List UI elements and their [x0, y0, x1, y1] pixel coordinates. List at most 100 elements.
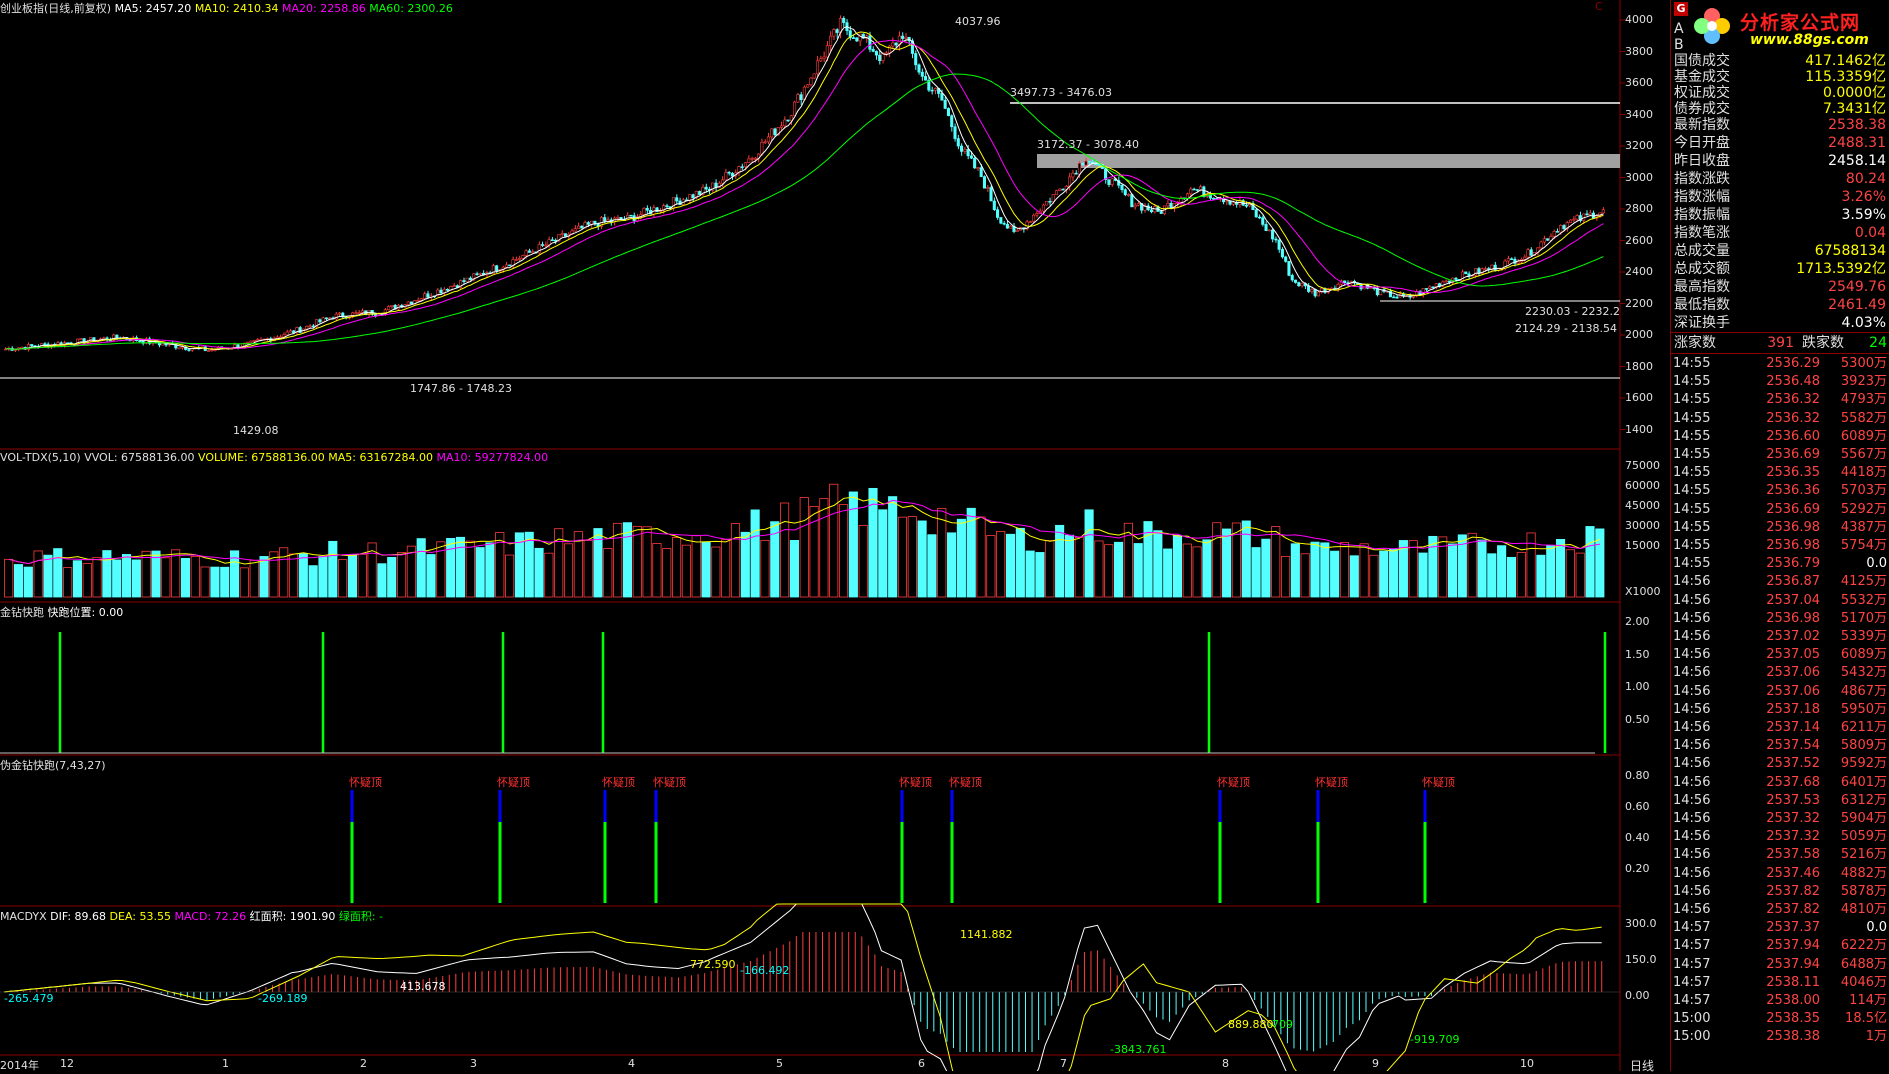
candle-body: [704, 186, 708, 190]
volume-bar: [465, 540, 475, 598]
ma10-label: MA10: 2410.34: [194, 2, 279, 15]
tick-row[interactable]: 14:57 2537.94 6222万: [1670, 937, 1889, 955]
period-label[interactable]: 日线: [1630, 1057, 1654, 1074]
tick-row[interactable]: 14:55 2536.32 5582万: [1670, 410, 1889, 428]
tick-row[interactable]: 14:56 2537.52 9592万: [1670, 755, 1889, 773]
tick-row[interactable]: 14:56 2536.98 5170万: [1670, 610, 1889, 628]
candle-body: [305, 325, 309, 330]
tick-volume: 6488万: [1840, 956, 1887, 972]
tick-row[interactable]: 14:56 2537.06 4867万: [1670, 683, 1889, 701]
candle-body: [504, 264, 509, 268]
tick-row[interactable]: 14:56 2537.06 5432万: [1670, 664, 1889, 682]
tick-row[interactable]: 14:55 2536.69 5567万: [1670, 446, 1889, 464]
vol-axis-label: 75000: [1625, 459, 1660, 472]
volume-bar: [210, 566, 220, 598]
tick-row[interactable]: 14:56 2537.05 6089万: [1670, 646, 1889, 664]
candle-body: [1290, 275, 1294, 281]
tick-row[interactable]: 14:55 2536.79 0.0: [1670, 555, 1889, 573]
tick-row[interactable]: 14:56 2537.68 6401万: [1670, 774, 1889, 792]
candle-body: [1009, 225, 1013, 229]
tick-row[interactable]: 14:55 2536.48 3923万: [1670, 373, 1889, 391]
candle-body: [285, 331, 289, 336]
tick-time: 14:56: [1673, 792, 1711, 808]
chart-area[interactable]: 怀疑顶 怀疑顶 怀疑顶 怀疑顶 怀疑顶 怀疑顶 怀疑顶 怀疑顶 怀疑顶 创业板指(日线,前复权)…: [0, 0, 1670, 1074]
candle-body: [1329, 287, 1334, 290]
candle-body: [1071, 172, 1075, 178]
macd-annotation-7: 889.880: [1228, 1018, 1274, 1031]
candle-body: [1307, 285, 1311, 292]
candle-body: [645, 207, 649, 211]
volume-bar: [1497, 545, 1507, 598]
tick-row[interactable]: 14:56 2537.14 6211万: [1670, 719, 1889, 737]
tick-row[interactable]: 14:55 2536.98 5754万: [1670, 537, 1889, 555]
g-badge[interactable]: G: [1674, 2, 1688, 16]
candle-body: [1510, 258, 1514, 261]
candle-body: [1526, 249, 1530, 258]
candle-body: [851, 37, 856, 39]
tick-row[interactable]: 14:57 2538.00 114万: [1670, 992, 1889, 1010]
tick-row[interactable]: 14:56 2537.32 5904万: [1670, 810, 1889, 828]
tick-row[interactable]: 14:57 2538.11 4046万: [1670, 974, 1889, 992]
tick-time: 14:57: [1673, 956, 1711, 972]
candle-body: [1483, 268, 1487, 270]
tick-row[interactable]: 14:55 2536.29 5300万: [1670, 355, 1889, 373]
tick-row[interactable]: 14:56 2536.87 4125万: [1670, 573, 1889, 591]
candle-body: [1136, 203, 1140, 206]
candle-body: [963, 149, 967, 152]
candle-body: [547, 239, 551, 246]
tick-row[interactable]: 14:55 2536.98 4387万: [1670, 519, 1889, 537]
tick-row[interactable]: 14:56 2537.82 4810万: [1670, 901, 1889, 919]
candle-body: [1087, 160, 1091, 163]
candle-body: [1195, 189, 1199, 191]
volume-bar: [1153, 530, 1163, 598]
tick-row[interactable]: 15:00 2538.38 1万: [1670, 1028, 1889, 1046]
candle-body: [1343, 280, 1347, 283]
candle-body: [1300, 283, 1304, 287]
date-axis[interactable]: 2014年 12 1 2 3 4 5 6 7 8 9 10: [0, 1057, 1670, 1072]
ma5-label: MA5: 2457.20: [114, 2, 192, 15]
tick-time: 14:56: [1673, 720, 1711, 735]
candle-body: [825, 45, 829, 58]
tick-row[interactable]: 14:55 2536.69 5292万: [1670, 501, 1889, 519]
tick-price: 2536.32: [1766, 392, 1820, 408]
candle-body: [1094, 163, 1098, 166]
tick-row[interactable]: 14:57 2537.37 0.0: [1670, 919, 1889, 937]
tick-price: 2537.02: [1766, 629, 1820, 644]
tick-row[interactable]: 14:56 2537.54 5809万: [1670, 737, 1889, 755]
index-stat-row: 最新指数 2538.38: [1674, 116, 1886, 135]
volume-bar: [416, 538, 426, 598]
volume-bar: [1084, 509, 1094, 598]
tick-row[interactable]: 14:56 2537.02 5339万: [1670, 628, 1889, 646]
tick-row[interactable]: 14:55 2536.60 6089万: [1670, 428, 1889, 446]
tick-row[interactable]: 15:00 2538.35 18.5亿: [1670, 1010, 1889, 1028]
tick-time: 14:56: [1673, 756, 1711, 772]
tick-row[interactable]: 14:56 2537.04 5532万: [1670, 592, 1889, 610]
candle-body: [1107, 179, 1111, 185]
candle-body: [606, 219, 610, 222]
candle-body: [982, 176, 987, 189]
tick-row[interactable]: 14:56 2537.53 6312万: [1670, 792, 1889, 810]
candle-body: [665, 205, 669, 208]
tick-row[interactable]: 14:56 2537.82 5878万: [1670, 883, 1889, 901]
candle-body: [976, 167, 980, 169]
tick-price: 2537.46: [1766, 865, 1820, 881]
price-axis-label: 2600: [1625, 233, 1653, 247]
tick-row[interactable]: 14:56 2537.18 5950万: [1670, 701, 1889, 719]
tick-row[interactable]: 14:56 2537.58 5216万: [1670, 846, 1889, 864]
top-right-label[interactable]: C: [1595, 0, 1603, 13]
tick-row[interactable]: 14:55 2536.36 5703万: [1670, 482, 1889, 500]
candle-body: [616, 217, 620, 219]
candle-body: [1293, 279, 1298, 283]
tick-time: 14:55: [1673, 465, 1711, 481]
tick-row[interactable]: 14:55 2536.35 4418万: [1670, 464, 1889, 482]
tick-row[interactable]: 14:56 2537.32 5059万: [1670, 828, 1889, 846]
candle-body: [1395, 296, 1399, 299]
tick-row[interactable]: 14:56 2537.46 4882万: [1670, 865, 1889, 883]
jzkp-axis-label: 0.50: [1625, 712, 1650, 726]
volume-bar: [387, 557, 397, 598]
tick-row[interactable]: 14:55 2536.32 4793万: [1670, 391, 1889, 409]
candle-body: [573, 228, 577, 232]
tick-row[interactable]: 14:57 2537.94 6488万: [1670, 956, 1889, 974]
volume-bar: [524, 531, 534, 598]
candle-body: [1542, 238, 1546, 243]
